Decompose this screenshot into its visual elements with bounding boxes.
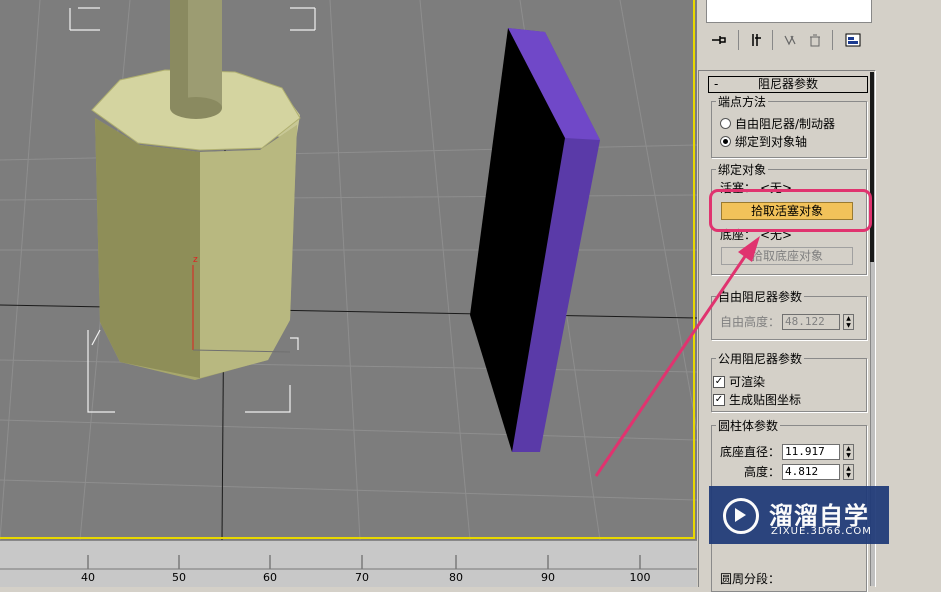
ruler-label: 70 <box>355 571 369 584</box>
free-height-spinner[interactable]: 自由高度： 48.122 ▲ ▼ <box>720 313 855 330</box>
free-height-label: 自由高度： <box>720 315 781 329</box>
watermark-logo: 溜溜自学 ZIXUE.3D66.COM <box>709 486 889 544</box>
watermark-url: ZIXUE.3D66.COM <box>771 526 872 537</box>
renderable-label: 可渲染 <box>729 375 766 389</box>
radio-bind-to-object[interactable]: 绑定到对象轴 <box>720 133 807 150</box>
track-bar-ruler[interactable]: 40 50 60 70 80 90 100 <box>0 540 697 587</box>
segments-label: 圆周分段： <box>720 572 781 586</box>
group-label-binding: 绑定对象 <box>716 161 769 178</box>
ruler-label: 80 <box>449 571 463 584</box>
ruler-label: 60 <box>263 571 277 584</box>
rollout-title: 阻尼器参数 <box>757 77 818 91</box>
group-label-common: 公用阻尼器参数 <box>716 350 805 367</box>
radio-free-damper[interactable]: 自由阻尼器/制动器 <box>720 115 835 132</box>
show-end-result-icon[interactable] <box>748 31 766 49</box>
renderable-checkbox-row[interactable]: ✓ 可渲染 <box>713 373 765 390</box>
modifier-stack-list[interactable] <box>706 0 872 23</box>
free-height-input[interactable]: 48.122 <box>782 313 841 330</box>
panel-scrollbar-thumb[interactable] <box>870 72 874 262</box>
ruler-ticks <box>0 555 697 570</box>
ruler-label: 50 <box>172 571 186 584</box>
rollout-header-damper-params[interactable]: - 阻尼器参数 <box>708 76 868 93</box>
annotation-highlight-box <box>709 189 872 232</box>
renderable-checkbox[interactable]: ✓ <box>713 375 725 388</box>
perspective-viewport[interactable]: z <box>0 0 697 540</box>
pick-base-button[interactable]: 拾取底座对象 <box>721 247 853 265</box>
radio-button[interactable] <box>720 118 731 129</box>
radio-label: 自由阻尼器/制动器 <box>735 117 836 131</box>
base-diameter-spinner[interactable]: 底座直径： 11.917 ▲ ▼ <box>720 443 855 460</box>
ruler-label: 100 <box>629 571 651 584</box>
toolbar-separator <box>832 30 833 50</box>
active-viewport-border <box>0 0 695 539</box>
base-diameter-input[interactable]: 11.917 <box>782 443 841 460</box>
cyl-height-input[interactable]: 4.812 <box>782 463 841 480</box>
mapping-label: 生成贴图坐标 <box>729 393 802 407</box>
group-label-cylinder: 圆柱体参数 <box>716 417 781 434</box>
radio-label: 绑定到对象轴 <box>735 135 808 149</box>
mapping-checkbox[interactable]: ✓ <box>713 393 725 406</box>
pin-stack-icon[interactable] <box>710 31 728 49</box>
group-label-free: 自由阻尼器参数 <box>716 288 805 305</box>
group-label-endpoint: 端点方法 <box>716 93 769 110</box>
base-diameter-label: 底座直径： <box>720 445 781 459</box>
ruler-label: 40 <box>81 571 95 584</box>
play-triangle-icon <box>735 508 746 522</box>
mapping-checkbox-row[interactable]: ✓ 生成贴图坐标 <box>713 391 801 408</box>
configure-modifier-sets-icon[interactable] <box>844 31 862 49</box>
radio-button-selected[interactable] <box>720 136 731 147</box>
spinner-arrows-icon[interactable]: ▲ ▼ <box>843 313 855 330</box>
cyl-height-label: 高度： <box>744 465 781 479</box>
ruler-label: 90 <box>541 571 555 584</box>
spinner-arrows-icon[interactable]: ▲ ▼ <box>843 463 855 480</box>
collapse-icon: - <box>714 77 719 91</box>
make-unique-icon[interactable] <box>782 31 800 49</box>
cyl-height-spinner[interactable]: 高度： 4.812 ▲ ▼ <box>744 463 855 480</box>
toolbar-separator <box>772 30 773 50</box>
toolbar-separator <box>738 30 739 50</box>
spinner-arrows-icon[interactable]: ▲ ▼ <box>843 443 855 460</box>
remove-modifier-icon[interactable] <box>806 31 824 49</box>
